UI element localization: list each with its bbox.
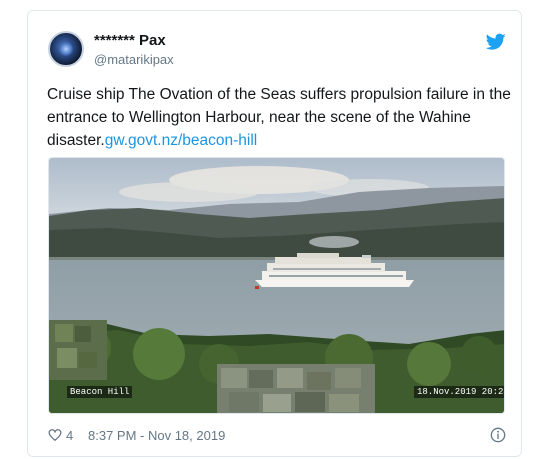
display-name[interactable]: ******* Pax [94,32,166,50]
avatar[interactable] [48,31,84,67]
heart-icon[interactable] [48,428,62,442]
twitter-bird-icon[interactable] [486,33,506,51]
harbour-webcam-image [49,158,504,413]
tweet-link[interactable]: gw.govt.nz/beacon-hill [105,132,258,149]
tweet-photo[interactable]: Beacon Hill 18.Nov.2019 20:24:10.603 [48,157,505,414]
tweet-timestamp[interactable]: 8:37 PM - Nov 18, 2019 [88,428,225,444]
user-handle[interactable]: @matarikipax [94,52,174,68]
camera-location-label: Beacon Hill [67,386,133,398]
camera-timestamp-label: 18.Nov.2019 20:24:10.603 [414,386,504,398]
like-count[interactable]: 4 [66,428,73,444]
tweet-text: Cruise ship The Ovation of the Seas suff… [47,83,512,152]
tweet-card: ******* Pax @matarikipax Cruise ship The… [27,10,522,457]
info-icon[interactable] [490,427,506,443]
